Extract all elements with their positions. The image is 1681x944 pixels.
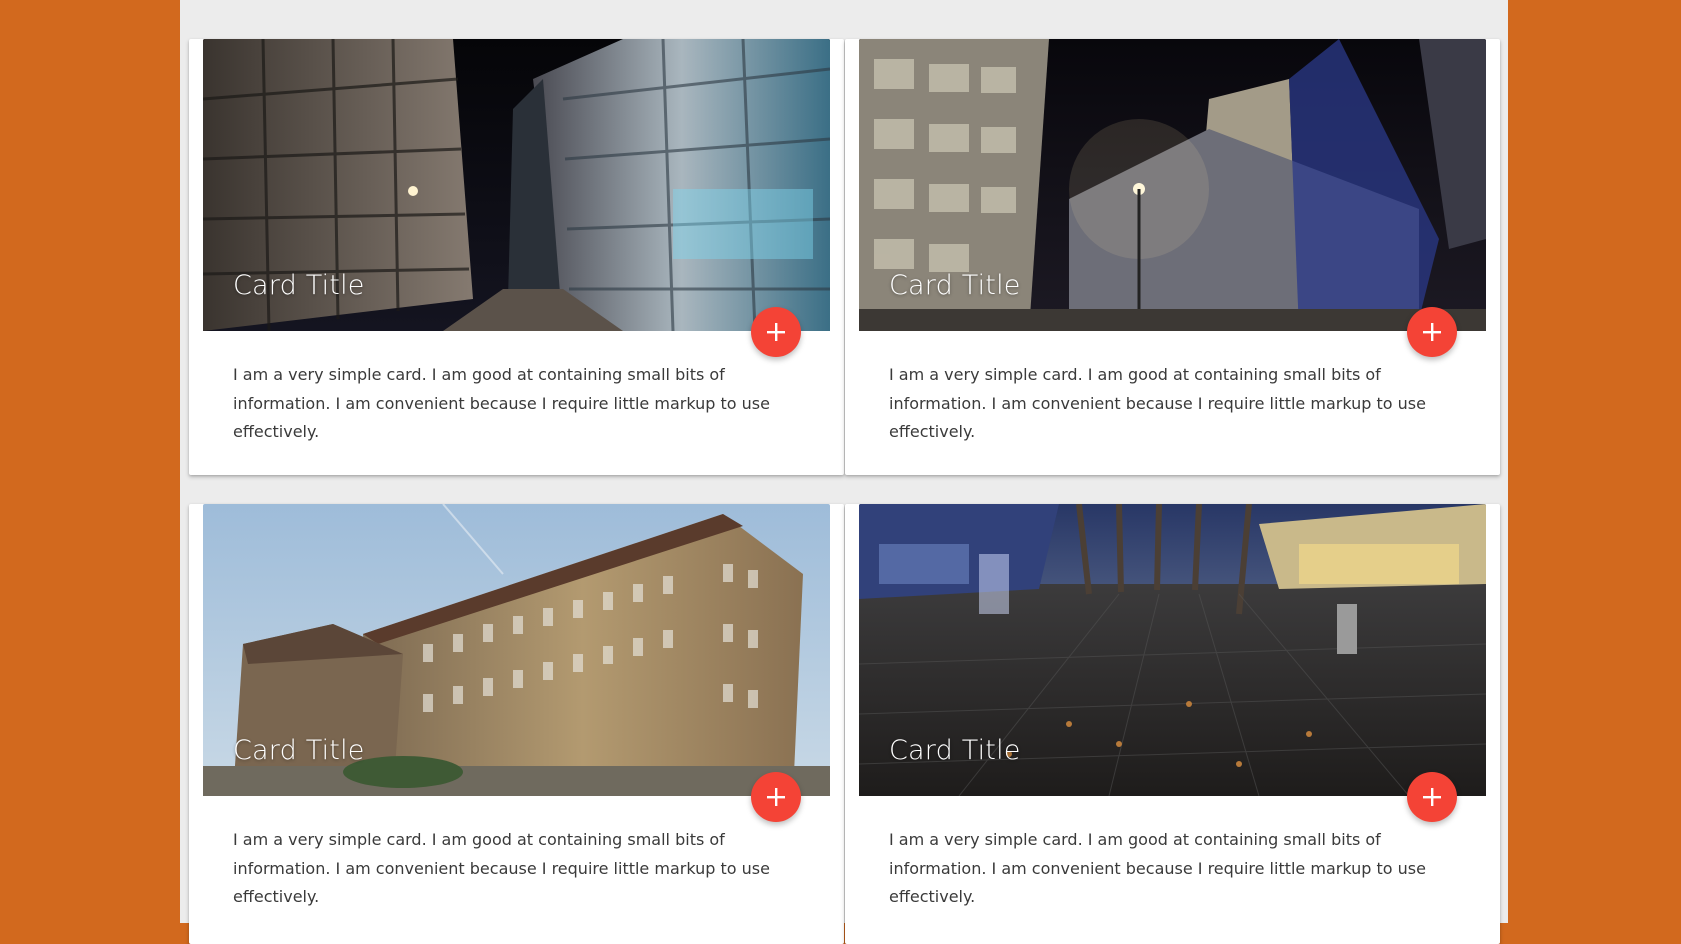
plus-icon [767,323,785,341]
plus-icon [1423,323,1441,341]
add-button[interactable] [1407,772,1457,822]
card-image: Card Title [203,504,830,796]
add-button[interactable] [1407,307,1457,357]
card-title: Card Title [233,270,365,301]
card-image: Card Title [859,39,1486,331]
add-button[interactable] [751,307,801,357]
plus-icon [1423,788,1441,806]
plus-icon [767,788,785,806]
card-image: Card Title [859,504,1486,796]
card-title: Card Title [889,735,1021,766]
card: Card Title I am a very simple card. I am… [189,39,844,475]
card-text: I am a very simple card. I am good at co… [233,830,770,906]
card-title: Card Title [233,735,365,766]
card: Card Title I am a very simple card. I am… [845,39,1500,475]
card-text: I am a very simple card. I am good at co… [233,365,770,441]
card-text: I am a very simple card. I am good at co… [889,830,1426,906]
card-image: Card Title [203,39,830,331]
card-text: I am a very simple card. I am good at co… [889,365,1426,441]
add-button[interactable] [751,772,801,822]
card-title: Card Title [889,270,1021,301]
page-container: Card Title I am a very simple card. I am… [180,0,1508,944]
card: Card Title I am a very simple card. I am… [189,504,844,944]
card: Card Title I am a very simple card. I am… [845,504,1500,944]
